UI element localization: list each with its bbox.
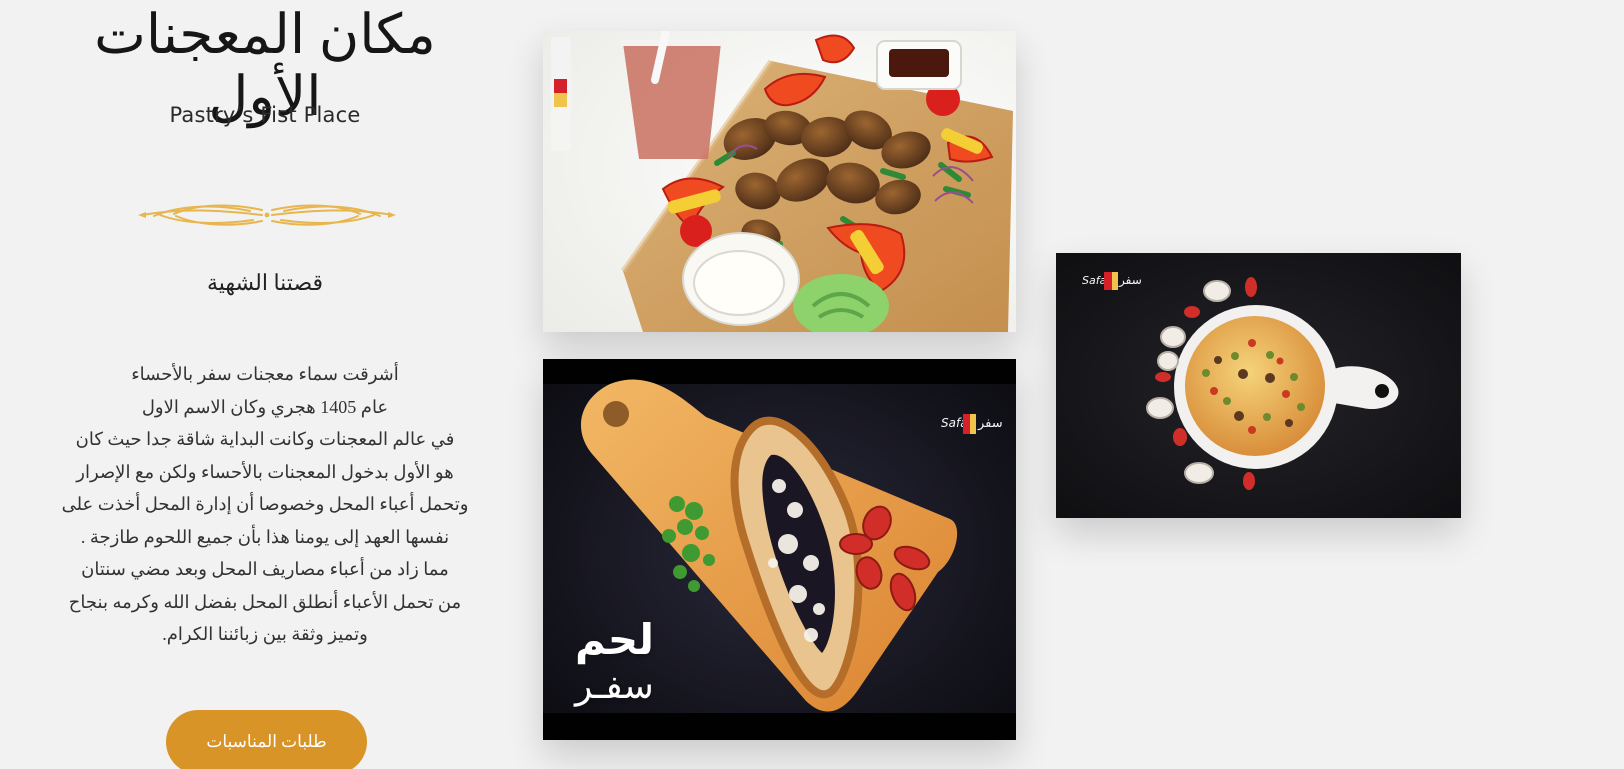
story-line: من تحمل الأعباء أنطلق المحل بفضل الله وك…	[68, 591, 462, 612]
pizza-photo: Safar سفر	[1056, 253, 1461, 518]
page-subtitle: Pastry’s Fist Place	[169, 103, 361, 127]
story-line: هو الأول بدخول المعجنات بالأحساء ولكن مع…	[76, 461, 454, 482]
story-line: وتحمل أعباء المحل وخصوصا أن إدارة المحل …	[61, 494, 469, 514]
story-line: في عالم المعجنات وكانت البداية شاقة جدا …	[75, 429, 455, 449]
pide-caption-line1: لحم	[575, 615, 654, 664]
wheat-ornament-icon	[136, 198, 398, 230]
story-line: نفسها العهد إلى يومنا هذا بأن جميع اللحو…	[80, 526, 450, 547]
pide-caption-line2: سفـر	[575, 666, 654, 707]
story-line: أشرقت سماء معجنات سفر بالأحساء	[131, 364, 399, 384]
safar-logo-icon	[551, 37, 571, 151]
lahm-pide-photo: Safar سفر لحم سفـر	[543, 359, 1016, 740]
story-line: عام 1405 هجري وكان الاسم الاول	[141, 396, 389, 417]
story-line: وتميز وثقة بين زبائننا الكرام.	[162, 624, 368, 644]
story-heading: قصتنا الشهية	[206, 270, 324, 295]
photo-watermark-ar: سفر	[977, 416, 1003, 431]
story-paragraph: أشرقت سماء معجنات سفر بالأحساء عام 1405 …	[40, 358, 490, 651]
pizza-watermark-ar: سفر	[1118, 273, 1142, 288]
events-orders-button[interactable]: طلبات المناسبات	[166, 710, 367, 769]
story-line: مما زاد من أعباء مصاريف المحل وبعد مضي س…	[81, 559, 449, 579]
grill-platter-photo	[543, 31, 1016, 332]
